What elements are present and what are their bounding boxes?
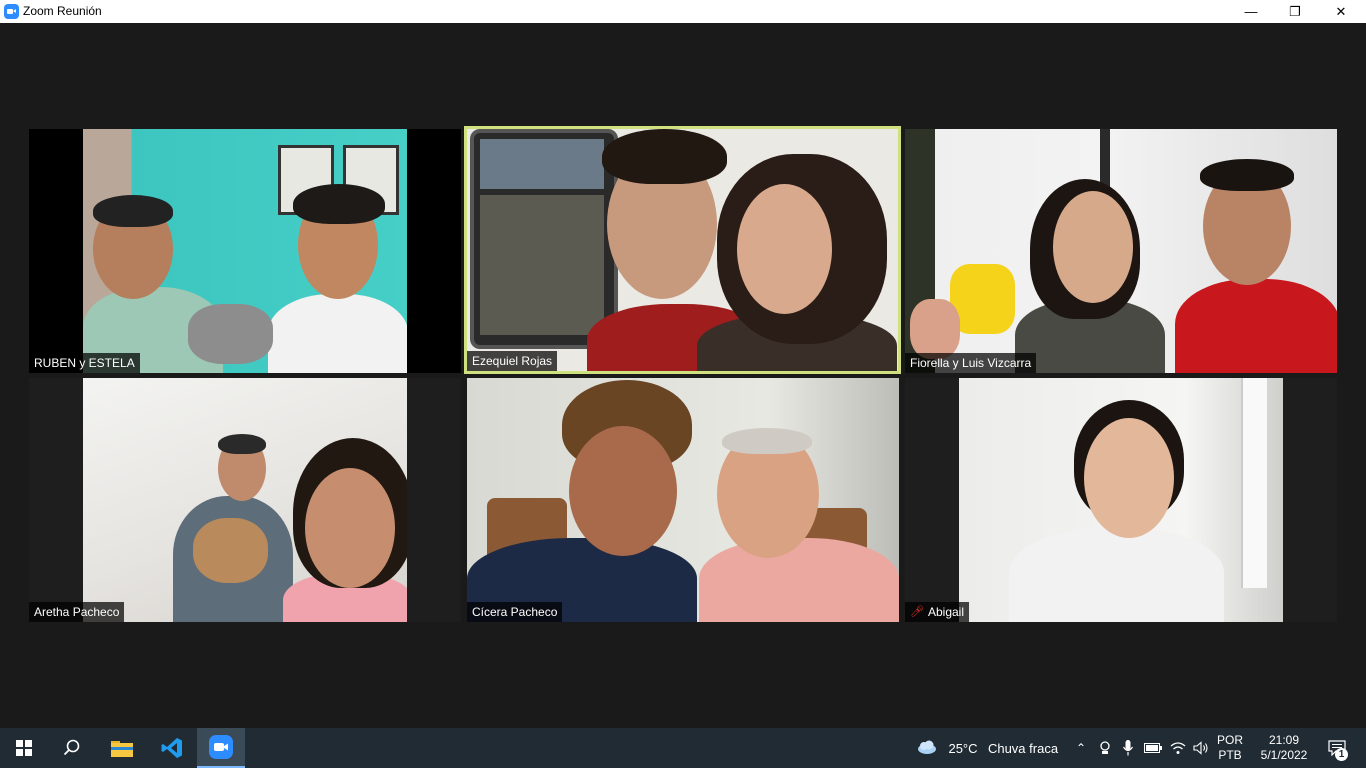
- participant-name: Cícera Pacheco: [467, 602, 563, 622]
- participant-tile[interactable]: RUBEN y ESTELA: [29, 129, 461, 373]
- participant-name: Aretha Pacheco: [29, 602, 125, 622]
- zoom-icon[interactable]: [197, 728, 245, 768]
- battery-icon[interactable]: [1143, 728, 1163, 768]
- microphone-muted-icon: 🎤︎: [910, 606, 924, 618]
- vscode-icon[interactable]: [148, 728, 196, 768]
- gallery-view: RUBEN y ESTELA Ezequiel Rojas Fiorella y…: [0, 23, 1366, 728]
- window-titlebar: Zoom Reunión — ❐ ✕: [0, 0, 1366, 23]
- participant-tile[interactable]: Aretha Pacheco: [29, 378, 461, 622]
- participant-name: Fiorella y Luis Vizcarra: [905, 353, 1037, 373]
- chevron-up-icon[interactable]: ⌃: [1072, 728, 1090, 768]
- taskbar-clock[interactable]: 21:09 5/1/2022: [1252, 728, 1316, 768]
- weather-temperature[interactable]: 25°C: [946, 728, 980, 768]
- notification-center-icon[interactable]: [1322, 728, 1352, 768]
- search-icon[interactable]: [48, 728, 96, 768]
- participant-video: [959, 378, 1283, 622]
- participant-name: RUBEN y ESTELA: [29, 353, 140, 373]
- participant-tile[interactable]: Cícera Pacheco: [467, 378, 899, 622]
- wifi-icon[interactable]: [1168, 728, 1188, 768]
- participant-video: [83, 378, 407, 622]
- input-language-indicator[interactable]: POR PTB: [1212, 728, 1248, 768]
- participant-tile[interactable]: Fiorella y Luis Vizcarra: [905, 129, 1337, 373]
- participant-tile[interactable]: 🎤︎ Abigail: [905, 378, 1337, 622]
- participant-video: [467, 378, 899, 622]
- minimize-button[interactable]: —: [1228, 0, 1274, 23]
- participant-name: Ezequiel Rojas: [467, 351, 558, 371]
- windows-start-icon[interactable]: [0, 728, 48, 768]
- speaker-icon[interactable]: [1191, 728, 1211, 768]
- weather-condition[interactable]: Chuva fraca: [984, 728, 1062, 768]
- restore-button[interactable]: ❐: [1272, 0, 1318, 23]
- webcam-icon[interactable]: [1096, 728, 1114, 768]
- participant-tile-active-speaker[interactable]: Ezequiel Rojas: [464, 126, 901, 374]
- participant-video: [83, 129, 407, 373]
- zoom-app-icon: [4, 4, 19, 19]
- close-button[interactable]: ✕: [1318, 0, 1364, 23]
- notification-count-badge: 1: [1335, 748, 1348, 761]
- file-explorer-icon[interactable]: [98, 728, 146, 768]
- participant-name: 🎤︎ Abigail: [905, 602, 969, 622]
- microphone-icon[interactable]: [1119, 728, 1137, 768]
- windows-taskbar: 25°C Chuva fraca ⌃ POR PTB 21:09 5/1/202…: [0, 728, 1366, 768]
- participant-video: [905, 129, 1337, 373]
- weather-cloud-icon[interactable]: [914, 728, 940, 768]
- participant-video: [467, 129, 898, 371]
- window-title: Zoom Reunión: [23, 4, 102, 18]
